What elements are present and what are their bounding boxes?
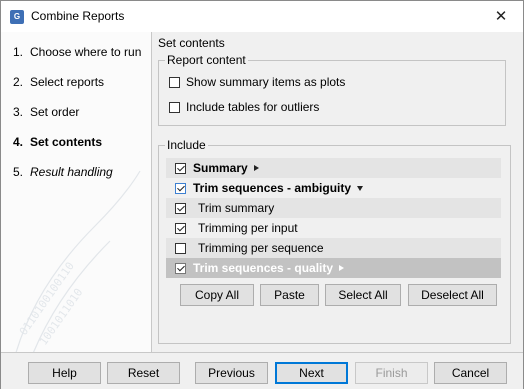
option-include-outlier-tables[interactable]: Include tables for outliers <box>169 100 319 114</box>
include-item-trim-summary[interactable]: Trim summary <box>166 198 501 218</box>
step-set-order: 3. Set order <box>13 105 79 119</box>
combine-reports-dialog: G Combine Reports ✕ 1. Choose where to ru… <box>0 0 524 389</box>
help-button[interactable]: Help <box>28 362 101 384</box>
step-select-reports: 2. Select reports <box>13 75 104 89</box>
include-item-trim-quality[interactable]: Trim sequences - quality <box>166 258 501 278</box>
next-button[interactable]: Next <box>275 362 348 384</box>
checkbox[interactable] <box>175 202 186 214</box>
include-item-trimming-per-sequence[interactable]: Trimming per sequence <box>166 238 501 258</box>
checkbox[interactable] <box>169 101 180 113</box>
previous-button[interactable]: Previous <box>195 362 268 384</box>
dialog-footer: Help Reset Previous Next Finish Cancel <box>1 352 523 389</box>
content-panel: Set contents Report content Show summary… <box>152 32 523 352</box>
copy-all-button[interactable]: Copy All <box>180 284 254 306</box>
reset-button[interactable]: Reset <box>107 362 180 384</box>
collapse-arrow-icon[interactable] <box>357 185 364 191</box>
step-number: 4. <box>13 135 24 149</box>
checkbox[interactable] <box>175 262 186 274</box>
step-number: 1. <box>13 45 24 59</box>
include-title: Include <box>165 138 208 152</box>
close-icon[interactable]: ✕ <box>479 1 523 32</box>
deselect-all-button[interactable]: Deselect All <box>408 284 497 306</box>
option-label: Show summary items as plots <box>186 75 346 89</box>
include-item-label: Trim sequences - quality <box>193 261 334 275</box>
paste-button[interactable]: Paste <box>260 284 319 306</box>
include-item-summary[interactable]: Summary <box>166 158 501 178</box>
checkbox[interactable] <box>175 162 186 174</box>
step-label: Set contents <box>30 135 103 149</box>
step-number: 3. <box>13 105 24 119</box>
checkbox[interactable] <box>169 76 180 88</box>
expand-arrow-icon[interactable] <box>339 265 345 271</box>
app-icon: G <box>10 10 24 24</box>
report-content-group: Report content Show summary items as plo… <box>158 53 506 126</box>
include-item-trim-ambiguity[interactable]: Trim sequences - ambiguity <box>166 178 501 198</box>
title-bar: G Combine Reports ✕ <box>1 1 523 32</box>
include-item-label: Trim sequences - ambiguity <box>193 181 352 195</box>
cancel-button[interactable]: Cancel <box>434 362 507 384</box>
step-label: Choose where to run <box>30 45 142 59</box>
include-group: Include Summary Trim sequences - ambigui… <box>158 138 511 344</box>
option-show-summary-plots[interactable]: Show summary items as plots <box>169 75 345 89</box>
step-number: 2. <box>13 75 24 89</box>
include-item-label: Trimming per sequence <box>198 241 324 255</box>
expand-arrow-icon[interactable] <box>253 165 259 171</box>
step-set-contents: 4. Set contents <box>13 135 102 149</box>
step-label: Set order <box>30 105 80 119</box>
option-label: Include tables for outliers <box>186 100 320 114</box>
checkbox[interactable] <box>175 242 186 254</box>
checkbox[interactable] <box>175 182 186 194</box>
include-item-label: Trim summary <box>198 201 275 215</box>
include-item-label: Trimming per input <box>198 221 298 235</box>
section-title: Set contents <box>158 36 225 50</box>
binary-watermark-icon: 0110100100110 1001011010 <box>15 170 141 352</box>
select-all-button[interactable]: Select All <box>325 284 401 306</box>
window-title: Combine Reports <box>31 9 125 23</box>
report-content-title: Report content <box>165 53 248 67</box>
checkbox[interactable] <box>175 222 186 234</box>
step-label: Select reports <box>30 75 105 89</box>
finish-button[interactable]: Finish <box>355 362 428 384</box>
wizard-steps-panel: 1. Choose where to run 2. Select reports 3… <box>1 32 152 352</box>
include-item-trimming-per-input[interactable]: Trimming per input <box>166 218 501 238</box>
step-choose-where-to-run: 1. Choose where to run <box>13 45 141 59</box>
include-item-label: Summary <box>193 161 248 175</box>
